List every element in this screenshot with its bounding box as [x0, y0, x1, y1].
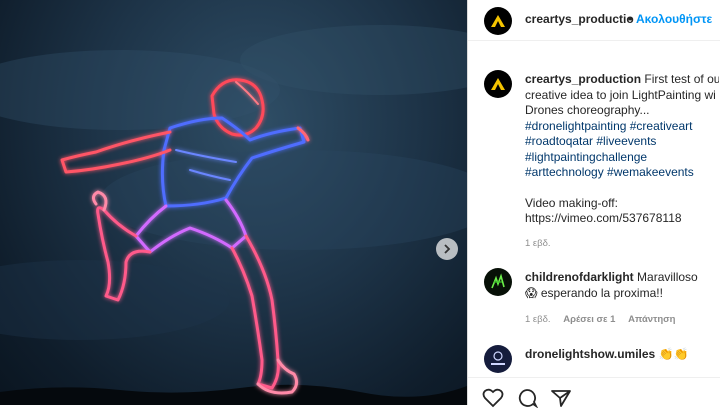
green-light-avatar-icon — [491, 273, 505, 289]
avatar[interactable] — [484, 7, 512, 35]
chevron-right-icon — [444, 244, 451, 254]
caption-text-line: creative idea to join LightPainting wi — [525, 87, 716, 102]
avatar[interactable] — [484, 345, 512, 373]
follow-button[interactable]: Ακολουθήστε — [636, 12, 720, 26]
post-caption: creartys_production First test of our cr… — [525, 72, 719, 227]
caption-username[interactable]: creartys_production — [525, 72, 641, 86]
comment-text: 👏👏 — [658, 347, 689, 361]
brand-logo-icon — [491, 15, 505, 27]
hashtag-line[interactable]: #lightpaintingchallenge — [525, 150, 719, 166]
post-media[interactable] — [0, 0, 467, 405]
hashtag-line[interactable]: #roadtoqatar #liveevents — [525, 134, 719, 150]
comment-text-line: 😱 esperando la proxima!! — [525, 285, 663, 300]
comment-text: Maravilloso — [637, 270, 698, 284]
comment-username[interactable]: childrenofdarklight — [525, 270, 634, 284]
reply-button[interactable]: Απάντηση — [628, 314, 675, 325]
caption-time[interactable]: 1 εβδ. — [525, 238, 551, 249]
post-header: creartys_productio • Ακολουθήστε — [468, 0, 720, 41]
comment: childrenofdarklight Maravilloso 😱 espera… — [525, 270, 719, 301]
separator-dot: • — [628, 12, 633, 26]
umiles-logo-icon — [491, 351, 505, 365]
action-bar — [468, 377, 720, 408]
drone-light-painting-image — [0, 25, 467, 405]
share-icon[interactable] — [550, 388, 572, 408]
caption-text-line: First test of our — [644, 72, 719, 86]
hashtag-line[interactable]: #dronelightpainting #creativeart — [525, 119, 719, 135]
comment-likes[interactable]: Αρέσει σε 1 — [563, 314, 615, 325]
heart-icon[interactable] — [482, 388, 504, 408]
caption-meta: 1 εβδ. — [525, 238, 561, 249]
video-label: Video making-off: — [525, 195, 618, 210]
next-media-button[interactable] — [436, 238, 458, 260]
comment-meta: 1 εβδ. Αρέσει σε 1 Απάντηση — [525, 314, 685, 325]
avatar[interactable] — [484, 268, 512, 296]
comment-username[interactable]: dronelightshow.umiles — [525, 347, 655, 361]
caption-text-line: Drones choreography... — [525, 103, 650, 117]
comments-area[interactable]: creartys_production First test of our cr… — [468, 41, 720, 377]
video-link[interactable]: https://vimeo.com/537678118 — [525, 211, 719, 227]
header-username[interactable]: creartys_productio — [525, 12, 634, 26]
brand-logo-icon — [491, 78, 505, 90]
hashtag-line[interactable]: #arttechnology #wemakeevents — [525, 165, 719, 181]
avatar[interactable] — [484, 70, 512, 98]
comment-time[interactable]: 1 εβδ. — [525, 314, 551, 325]
comment: dronelightshow.umiles 👏👏 — [525, 347, 719, 361]
post-details-panel: creartys_productio • Ακολουθήστε crearty… — [467, 0, 720, 408]
comment-icon[interactable] — [516, 388, 538, 408]
